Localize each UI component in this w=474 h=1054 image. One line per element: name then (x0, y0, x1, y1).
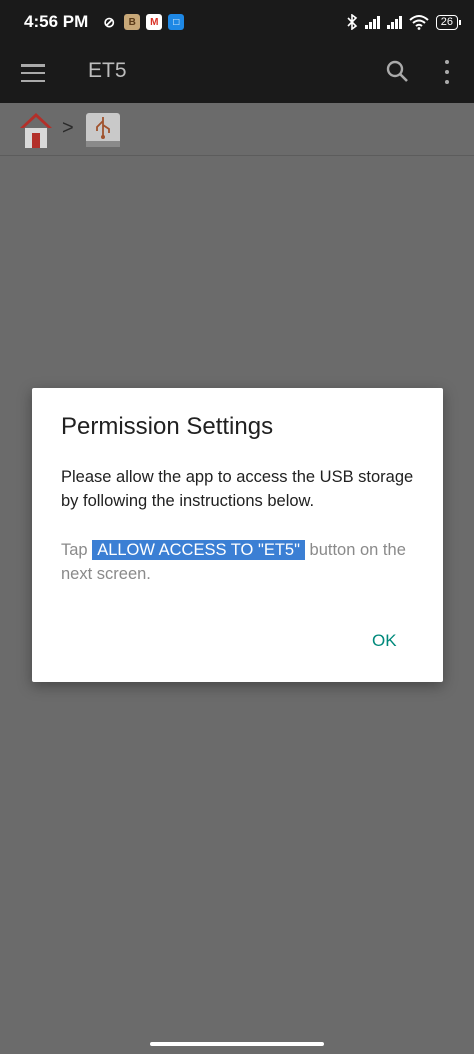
status-icons: 26 (346, 14, 462, 30)
app-notification-icon: B (124, 14, 141, 30)
dialog-title: Permission Settings (61, 413, 274, 440)
instruction-prefix: Tap (61, 541, 93, 559)
ok-button[interactable]: OK (372, 631, 397, 651)
dialog-message: Please allow the app to access the USB s… (61, 468, 414, 510)
battery-icon: 26 (435, 14, 462, 30)
more-options-icon[interactable] (440, 60, 454, 84)
menu-icon[interactable] (21, 64, 45, 82)
status-time: 4:56 PM (24, 12, 89, 31)
usb-drive-icon[interactable] (84, 111, 122, 149)
signal-icon-2 (386, 15, 402, 29)
bluetooth-icon (347, 14, 357, 30)
dialog-instruction: Tap ALLOW ACCESS TO "ET5" button on the … (61, 538, 421, 586)
status-bar: 4:56 PM ⊘ B M □ 26 (0, 0, 474, 44)
mute-notification-icon: ⊘ (103, 13, 116, 30)
app-title: ET5 (88, 59, 127, 82)
wifi-icon (409, 15, 429, 30)
breadcrumb-separator: > (62, 117, 74, 139)
breadcrumb: > (0, 103, 474, 156)
gmail-notification-icon: M (146, 14, 163, 30)
signal-icon-1 (364, 15, 380, 29)
home-icon[interactable] (18, 111, 54, 149)
instruction-highlight: ALLOW ACCESS TO "ET5" (92, 540, 305, 560)
messaging-notification-icon: □ (168, 14, 185, 30)
permission-dialog: Permission Settings Please allow the app… (32, 388, 443, 682)
app-bar: ET5 (0, 44, 474, 103)
search-icon[interactable] (385, 59, 409, 83)
gesture-home-bar[interactable] (150, 1042, 324, 1046)
